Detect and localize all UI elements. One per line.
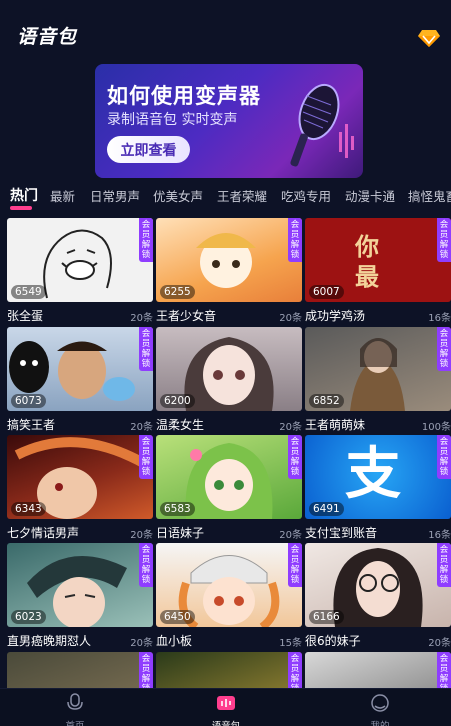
vip-unlock-badge: 会员解锁 <box>139 327 153 371</box>
vip-unlock-badge: 会员解锁 <box>288 218 302 262</box>
nav-voice-pack[interactable]: 语音包 <box>196 693 256 726</box>
alipay-logo: 支 <box>345 442 401 507</box>
clip-count: 20条 <box>130 530 153 541</box>
card-thumbnail: 会员解锁 <box>7 652 153 688</box>
mic-icon <box>67 693 83 710</box>
card-thumbnail: 6549 会员解锁 <box>7 218 153 302</box>
profile-icon <box>371 694 389 712</box>
clip-count: 20条 <box>130 422 153 433</box>
card-title: 王者萌萌妹 <box>305 418 366 432</box>
clip-count: 20条 <box>279 422 302 433</box>
clip-count: 20条 <box>130 638 153 649</box>
card-thumbnail: 会员解锁 <box>156 652 302 688</box>
card-thumbnail: 6583 会员解锁 <box>156 435 302 519</box>
card-title: 血小板 <box>156 634 193 648</box>
clip-count: 20条 <box>279 313 302 324</box>
nav-label: 首页 <box>45 718 105 726</box>
card-thumbnail: 6852 会员解锁 <box>305 327 451 411</box>
card-thumbnail: 你 最 6007 会员解锁 <box>305 218 451 302</box>
card-title: 直男癌晚期怼人 <box>7 634 92 648</box>
tab-daily-male[interactable]: 日常男声 <box>90 186 140 205</box>
vip-unlock-badge: 会员解锁 <box>288 543 302 587</box>
vip-unlock-badge: 会员解锁 <box>437 435 451 479</box>
card-thumbnail: 6200 <box>156 327 302 411</box>
card-title: 张全蛋 <box>7 309 44 323</box>
clip-count: 15条 <box>279 638 302 649</box>
card-thumbnail: 6073 会员解锁 <box>7 327 153 411</box>
vip-unlock-badge: 会员解锁 <box>437 543 451 587</box>
card-thumbnail: 6166 会员解锁 <box>305 543 451 627</box>
play-count: 6255 <box>160 285 195 299</box>
vip-unlock-badge: 会员解锁 <box>437 218 451 262</box>
vip-unlock-badge: 会员解锁 <box>139 652 153 688</box>
card-title: 很6的妹子 <box>305 634 361 648</box>
play-count: 6343 <box>11 502 46 516</box>
banner-subtitle: 录制语音包 实时变声 <box>107 112 238 128</box>
nav-home[interactable]: 首页 <box>45 693 105 726</box>
card-title: 王者少女音 <box>156 309 217 323</box>
voice-pack-grid: 6549 会员解锁 张全蛋 20条 6255 会员解锁 王者少女音 20条 你 … <box>0 218 451 688</box>
nav-label: 语音包 <box>196 718 256 726</box>
nav-label: 我的 <box>350 718 410 726</box>
clip-count: 16条 <box>428 313 451 324</box>
microphone-icon <box>290 83 354 167</box>
card-title: 搞笑王者 <box>7 418 56 432</box>
clip-count: 100条 <box>421 422 451 433</box>
play-count: 6073 <box>11 394 46 408</box>
play-count: 6200 <box>160 394 195 408</box>
app-header: 语音包 <box>0 0 451 60</box>
tab-funny[interactable]: 搞怪鬼畜 <box>408 186 451 205</box>
play-count: 6549 <box>11 285 46 299</box>
vip-unlock-badge: 会员解锁 <box>437 327 451 371</box>
vip-unlock-badge: 会员解锁 <box>288 652 302 688</box>
vip-unlock-badge: 会员解锁 <box>139 543 153 587</box>
clip-count: 20条 <box>279 530 302 541</box>
card-title: 日语妹子 <box>156 526 205 540</box>
card-title: 成功学鸡汤 <box>305 309 366 323</box>
how-to-use-banner[interactable]: 如何使用变声器 录制语音包 实时变声 立即查看 <box>95 64 363 178</box>
audio-pack-icon <box>217 696 235 710</box>
thumbnail-text: 你 最 <box>355 233 379 291</box>
play-count: 6166 <box>309 610 344 624</box>
tab-beautiful-female[interactable]: 优美女声 <box>153 186 203 205</box>
card-title: 支付宝到账音 <box>305 526 378 540</box>
play-count: 6583 <box>160 502 195 516</box>
card-thumbnail: 6023 会员解锁 <box>7 543 153 627</box>
card-thumbnail: 支 6491 会员解锁 <box>305 435 451 519</box>
card-thumbnail: 6343 会员解锁 <box>7 435 153 519</box>
tab-honor-of-kings[interactable]: 王者荣耀 <box>217 186 267 205</box>
play-count: 6491 <box>309 502 344 516</box>
tab-anime[interactable]: 动漫卡通 <box>345 186 395 205</box>
active-tab-indicator <box>10 206 32 210</box>
category-tabs: 热门 最新 日常男声 优美女声 王者荣耀 吃鸡专用 动漫卡通 搞怪鬼畜 <box>0 180 451 214</box>
card-title: 温柔女生 <box>156 418 205 432</box>
card-title: 七夕情话男声 <box>7 526 80 540</box>
clip-count: 16条 <box>428 530 451 541</box>
view-now-button[interactable]: 立即查看 <box>107 136 190 163</box>
tab-pubg[interactable]: 吃鸡专用 <box>281 186 331 205</box>
page-title: 语音包 <box>17 26 78 48</box>
banner-title: 如何使用变声器 <box>107 84 261 108</box>
card-thumbnail: 会员解锁 <box>305 652 451 688</box>
vip-unlock-badge: 会员解锁 <box>139 435 153 479</box>
bottom-navigation: 首页 语音包 我的 <box>0 688 451 726</box>
tab-latest[interactable]: 最新 <box>50 186 75 205</box>
clip-count: 20条 <box>130 313 153 324</box>
play-count: 6450 <box>160 610 195 624</box>
vip-unlock-badge: 会员解锁 <box>288 435 302 479</box>
clip-count: 20条 <box>428 638 451 649</box>
card-thumbnail: 6450 会员解锁 <box>156 543 302 627</box>
nav-profile[interactable]: 我的 <box>350 693 410 726</box>
tab-hot[interactable]: 热门 <box>10 185 38 205</box>
vip-unlock-badge: 会员解锁 <box>437 652 451 688</box>
card-thumbnail: 6255 会员解锁 <box>156 218 302 302</box>
diamond-icon[interactable] <box>418 28 440 48</box>
play-count: 6007 <box>309 285 344 299</box>
vip-unlock-badge: 会员解锁 <box>139 218 153 262</box>
play-count: 6023 <box>11 610 46 624</box>
play-count: 6852 <box>309 394 344 408</box>
